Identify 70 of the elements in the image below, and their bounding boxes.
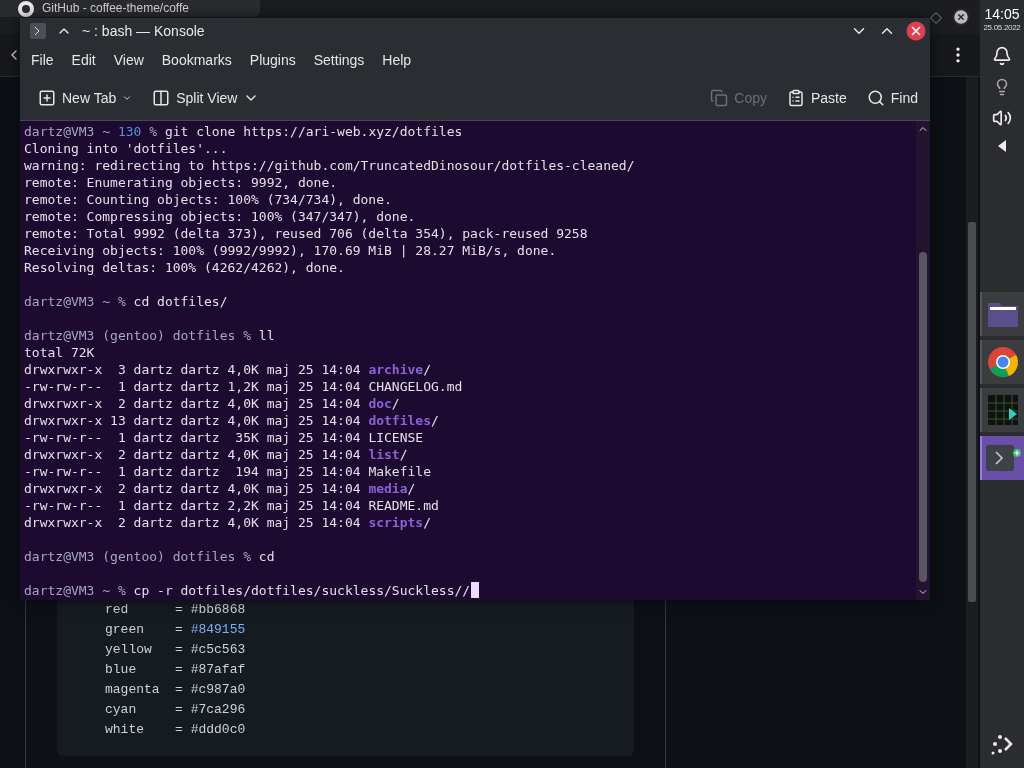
- terminal-line: Receiving objects: 100% (9992/9992), 170.69 MiB | 28.27 MiB/s, done.: [24, 242, 558, 259]
- browser-icon: [987, 346, 1019, 378]
- terminal-line: total 72K: [24, 344, 96, 361]
- terminal-line: dartz@VM3 (gentoo) dotfiles % cd: [24, 548, 276, 565]
- menu-item[interactable]: Edit: [70, 48, 105, 72]
- terminal-line: dartz@VM3 ~ % cp -r dotfiles/dotfiles/suckless/Suckless//: [24, 582, 912, 599]
- expand-arrow-icon[interactable]: [998, 140, 1006, 152]
- bell-icon[interactable]: [992, 46, 1012, 66]
- scrollbar[interactable]: [916, 121, 930, 600]
- terminal-line: -rw-rw-r-- 1 dartz dartz 1,2K maj 25 14:04 CHANGELOG.md: [24, 378, 464, 395]
- terminal-line: dartz@VM3 ~ 130 % git clone https://ari-web.xyz/dotfiles: [24, 123, 464, 140]
- clock-date: 25.05.2022: [983, 23, 1021, 32]
- menu-item[interactable]: Bookmarks: [160, 48, 241, 72]
- terminal-line: dartz@VM3 ~ % cd dotfiles/: [24, 293, 229, 310]
- folder-icon: [987, 300, 1019, 328]
- menu-item[interactable]: Plugins: [248, 48, 305, 72]
- code-line: red = #bb6868: [105, 601, 246, 619]
- terminal-line: drwxrwxr-x 2 dartz dartz 4,0K maj 25 14:04 scripts/: [24, 514, 432, 531]
- terminal-line: remote: Total 9992 (delta 373), reused 706 (delta 354), pack-reused 9258: [24, 225, 589, 242]
- terminal-line: remote: Counting objects: 100% (734/734), done.: [24, 191, 393, 208]
- task-button[interactable]: [980, 340, 1024, 384]
- browser-tab[interactable]: GitHub - coffee-theme/coffe: [0, 0, 260, 17]
- copy-icon: [710, 89, 729, 107]
- speaker-icon[interactable]: [992, 108, 1012, 128]
- terminal-line: Cloning into 'dotfiles'...: [24, 140, 229, 157]
- split-view-button[interactable]: Split View: [150, 85, 262, 111]
- terminal-line: -rw-rw-r-- 1 dartz dartz 194 maj 25 14:04 Makefile: [24, 463, 432, 480]
- terminal-line: dartz@VM3 (gentoo) dotfiles % ll: [24, 327, 276, 344]
- terminal-line: drwxrwxr-x 2 dartz dartz 4,0K maj 25 14:04 media/: [24, 480, 417, 497]
- menu-item[interactable]: Settings: [312, 48, 374, 72]
- terminal-line: remote: Enumerating objects: 9992, done.: [24, 174, 339, 191]
- code-line: yellow = #c5c563: [105, 641, 246, 659]
- terminal-line: -rw-rw-r-- 1 dartz dartz 35K maj 25 14:04 LICENSE: [24, 429, 425, 446]
- code-line: magenta = #c987a0: [105, 681, 246, 699]
- terminal-line: -rw-rw-r-- 1 dartz dartz 2,2K maj 25 14:04 README.md: [24, 497, 440, 514]
- scrollbar[interactable]: [966, 77, 978, 768]
- diamond-icon: [930, 12, 942, 24]
- close-icon[interactable]: [906, 21, 926, 41]
- terminal-line: drwxrwxr-x 2 dartz dartz 4,0K maj 25 14:04 doc/: [24, 395, 401, 412]
- terminal-line: Resolving deltas: 100% (4262/4262), done.: [24, 259, 346, 276]
- task-button[interactable]: [980, 292, 1024, 336]
- code-line: blue = #87afaf: [105, 661, 246, 679]
- system-monitor-icon: [987, 394, 1019, 426]
- split-view-icon: [152, 89, 171, 107]
- terminal-icon: [30, 23, 46, 39]
- terminal-line: drwxrwxr-x 2 dartz dartz 4,0K maj 25 14:04 list/: [24, 446, 409, 463]
- terminal-line: warning: redirecting to https://github.com/TruncatedDinosour/dotfiles-cleaned/: [24, 157, 636, 174]
- terminal-line: drwxrwxr-x 13 dartz dartz 4,0K maj 25 14:04 dotfiles/: [24, 412, 440, 429]
- menu-item[interactable]: File: [30, 48, 63, 72]
- tab-title: GitHub - coffee-theme/coffe: [42, 1, 190, 16]
- code-line: cyan = #7ca296: [105, 701, 246, 719]
- task-button[interactable]: [980, 388, 1024, 432]
- new-tab-icon: [38, 89, 56, 107]
- terminal-icon: [985, 443, 1021, 473]
- window-title: ~ : bash — Konsole: [82, 23, 206, 39]
- menu-item[interactable]: Help: [381, 48, 421, 72]
- app-launcher-icon[interactable]: [990, 732, 1014, 756]
- caret-icon: [122, 93, 133, 103]
- close-icon[interactable]: [952, 8, 970, 26]
- clock-time: 14:05: [984, 6, 1020, 22]
- paste-icon: [786, 89, 805, 107]
- code-line: white = #ddd0c0: [105, 721, 246, 739]
- search-icon: [866, 89, 885, 107]
- find-button[interactable]: Find: [864, 85, 920, 111]
- new-tab-button[interactable]: New Tab: [36, 85, 135, 111]
- paste-button[interactable]: Paste: [784, 85, 849, 111]
- code-line: green = #849155: [105, 621, 246, 639]
- terminal-line: remote: Compressing objects: 100% (347/347), done.: [24, 208, 417, 225]
- menu-item[interactable]: View: [112, 48, 153, 72]
- terminal-line: drwxrwxr-x 3 dartz dartz 4,0K maj 25 14:04 archive/: [24, 361, 432, 378]
